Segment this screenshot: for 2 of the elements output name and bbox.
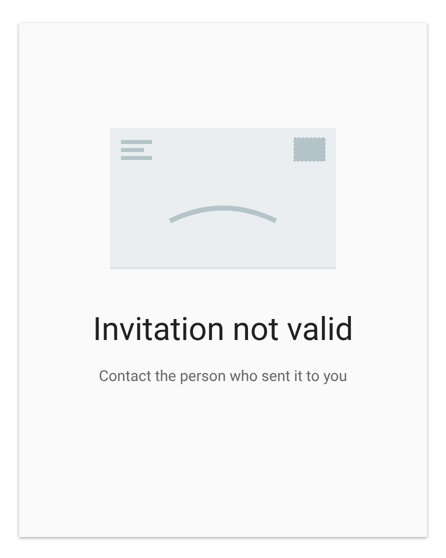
error-title: Invitation not valid — [92, 309, 354, 349]
error-message: Contact the person who sent it to you — [98, 366, 348, 386]
